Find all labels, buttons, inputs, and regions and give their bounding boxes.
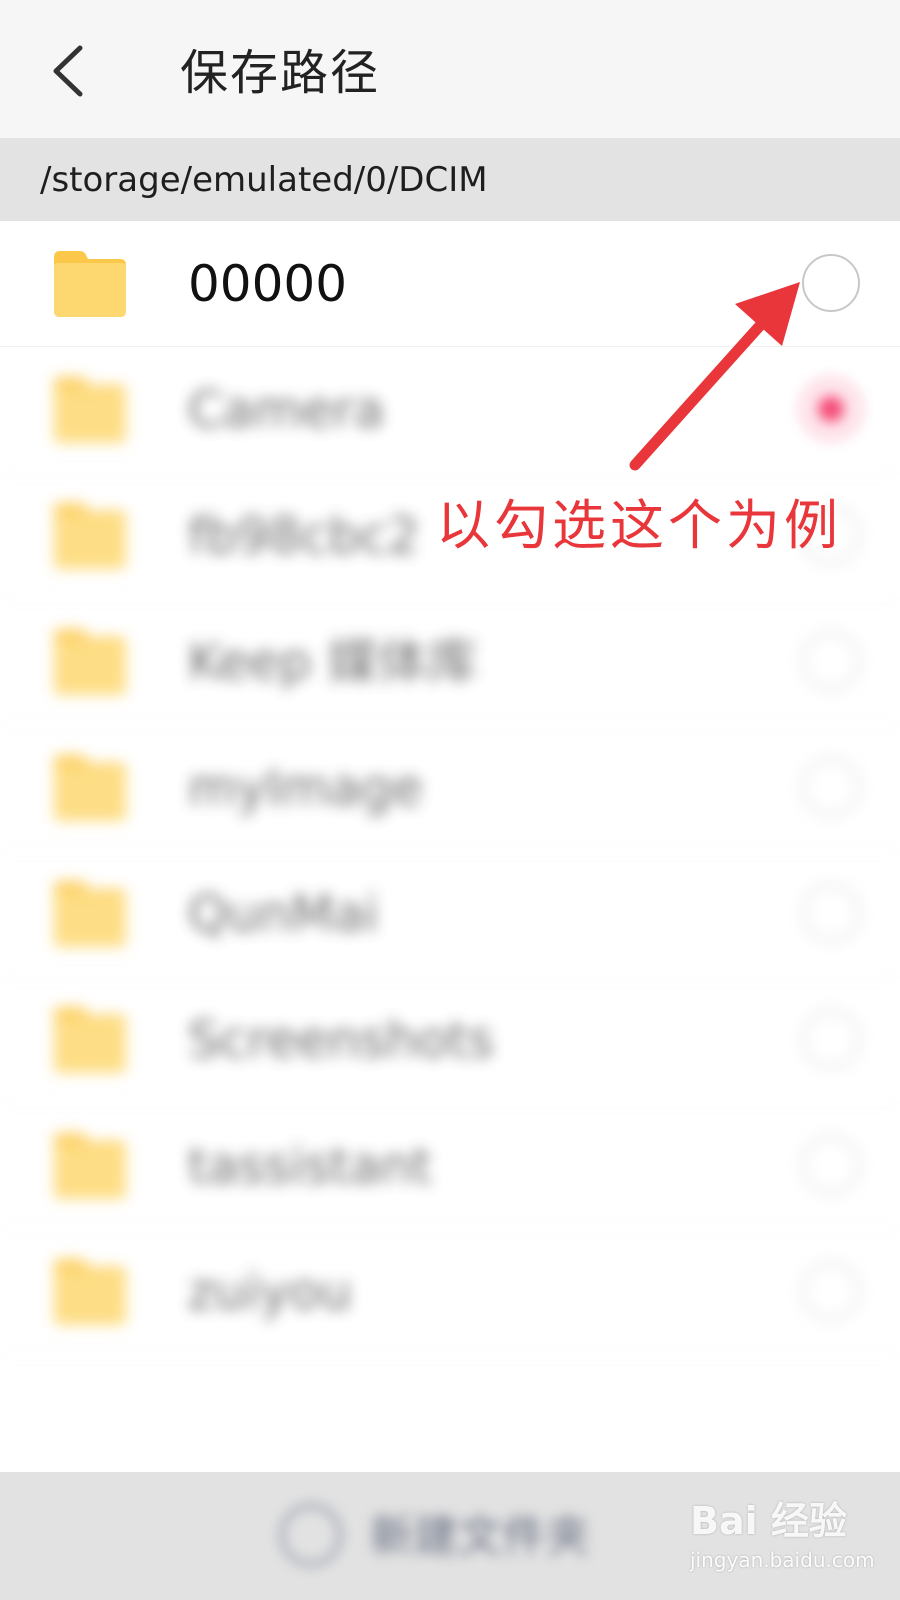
save-path-screen: 保存路径 /storage/emulated/0/DCIM 00000 Came… xyxy=(0,0,900,1600)
folder-radio[interactable] xyxy=(802,254,860,312)
folder-icon xyxy=(54,629,126,695)
folder-icon xyxy=(54,1133,126,1199)
folder-row[interactable]: QunMai xyxy=(0,851,900,977)
new-folder-label: 新建文件夹 xyxy=(370,1511,590,1562)
folder-name: Keep 媒体库 xyxy=(188,633,478,691)
folder-name: myImage xyxy=(188,759,423,817)
plus-circle-icon xyxy=(280,1504,342,1566)
path-breadcrumb: /storage/emulated/0/DCIM xyxy=(0,139,900,221)
page-title: 保存路径 xyxy=(180,45,381,101)
folder-name: Camera xyxy=(188,381,385,439)
app-header: 保存路径 xyxy=(0,0,900,139)
folder-row[interactable]: 00000 xyxy=(0,221,900,347)
folder-name: QunMai xyxy=(188,885,379,943)
folder-name: zuiyou xyxy=(188,1263,352,1321)
folder-icon xyxy=(54,755,126,821)
folder-radio[interactable] xyxy=(802,1136,860,1194)
folder-name: 00000 xyxy=(188,255,348,313)
folder-name: Screenshots xyxy=(188,1011,494,1069)
folder-radio-checked[interactable] xyxy=(802,380,860,438)
folder-radio[interactable] xyxy=(802,758,860,816)
annotation-text: 以勾选这个为例 xyxy=(436,494,842,557)
folder-icon xyxy=(54,1259,126,1325)
folder-icon xyxy=(54,251,126,317)
folder-name: tassistant xyxy=(188,1137,432,1195)
watermark-logo: Bai 经验 xyxy=(690,1499,847,1543)
folder-radio[interactable] xyxy=(802,632,860,690)
chevron-left-icon xyxy=(53,45,83,97)
folder-radio[interactable] xyxy=(802,884,860,942)
folder-icon xyxy=(54,1007,126,1073)
folder-radio[interactable] xyxy=(802,1262,860,1320)
folder-row[interactable]: Camera xyxy=(0,347,900,473)
watermark-url: jingyan.baidu.com xyxy=(690,1548,875,1572)
new-folder-button[interactable]: 新建文件夹 xyxy=(270,1492,630,1582)
path-text: /storage/emulated/0/DCIM xyxy=(40,160,488,200)
folder-row[interactable]: myImage xyxy=(0,725,900,851)
folder-name: fb98cbc2 xyxy=(188,507,420,565)
folder-radio[interactable] xyxy=(802,1010,860,1068)
folder-icon xyxy=(54,881,126,947)
folder-row[interactable]: Keep 媒体库 xyxy=(0,599,900,725)
folder-icon xyxy=(54,377,126,443)
baidu-jingyan-watermark: Bai 经验 jingyan.baidu.com xyxy=(690,1490,890,1590)
folder-row[interactable]: tassistant xyxy=(0,1103,900,1229)
folder-list: 00000 Camera fb98cbc2 Keep 媒体库 myImage Q… xyxy=(0,221,900,1355)
back-button[interactable] xyxy=(40,36,100,106)
folder-row[interactable]: zuiyou xyxy=(0,1229,900,1355)
folder-icon xyxy=(54,503,126,569)
folder-row[interactable]: Screenshots xyxy=(0,977,900,1103)
